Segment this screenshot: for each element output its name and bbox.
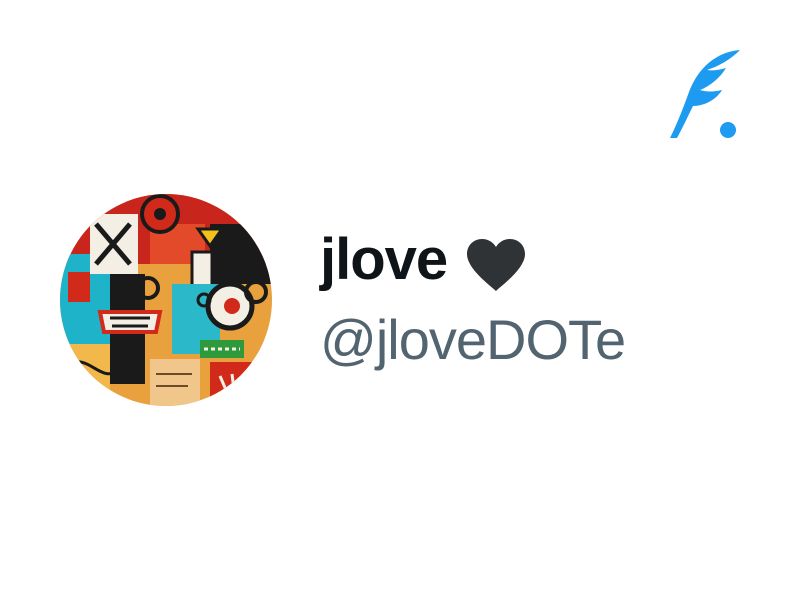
profile-identity: jlove @jloveDOTe bbox=[320, 222, 682, 382]
heart-icon bbox=[465, 237, 527, 293]
display-name-row: jlove bbox=[320, 222, 682, 298]
abstract-art-avatar[interactable] bbox=[60, 194, 272, 406]
feather-quill-icon bbox=[664, 46, 744, 142]
display-name: jlove bbox=[320, 227, 448, 292]
user-handle[interactable]: @jloveDOTe bbox=[320, 304, 682, 376]
profile-card: jlove @jloveDOTe bbox=[0, 0, 800, 600]
